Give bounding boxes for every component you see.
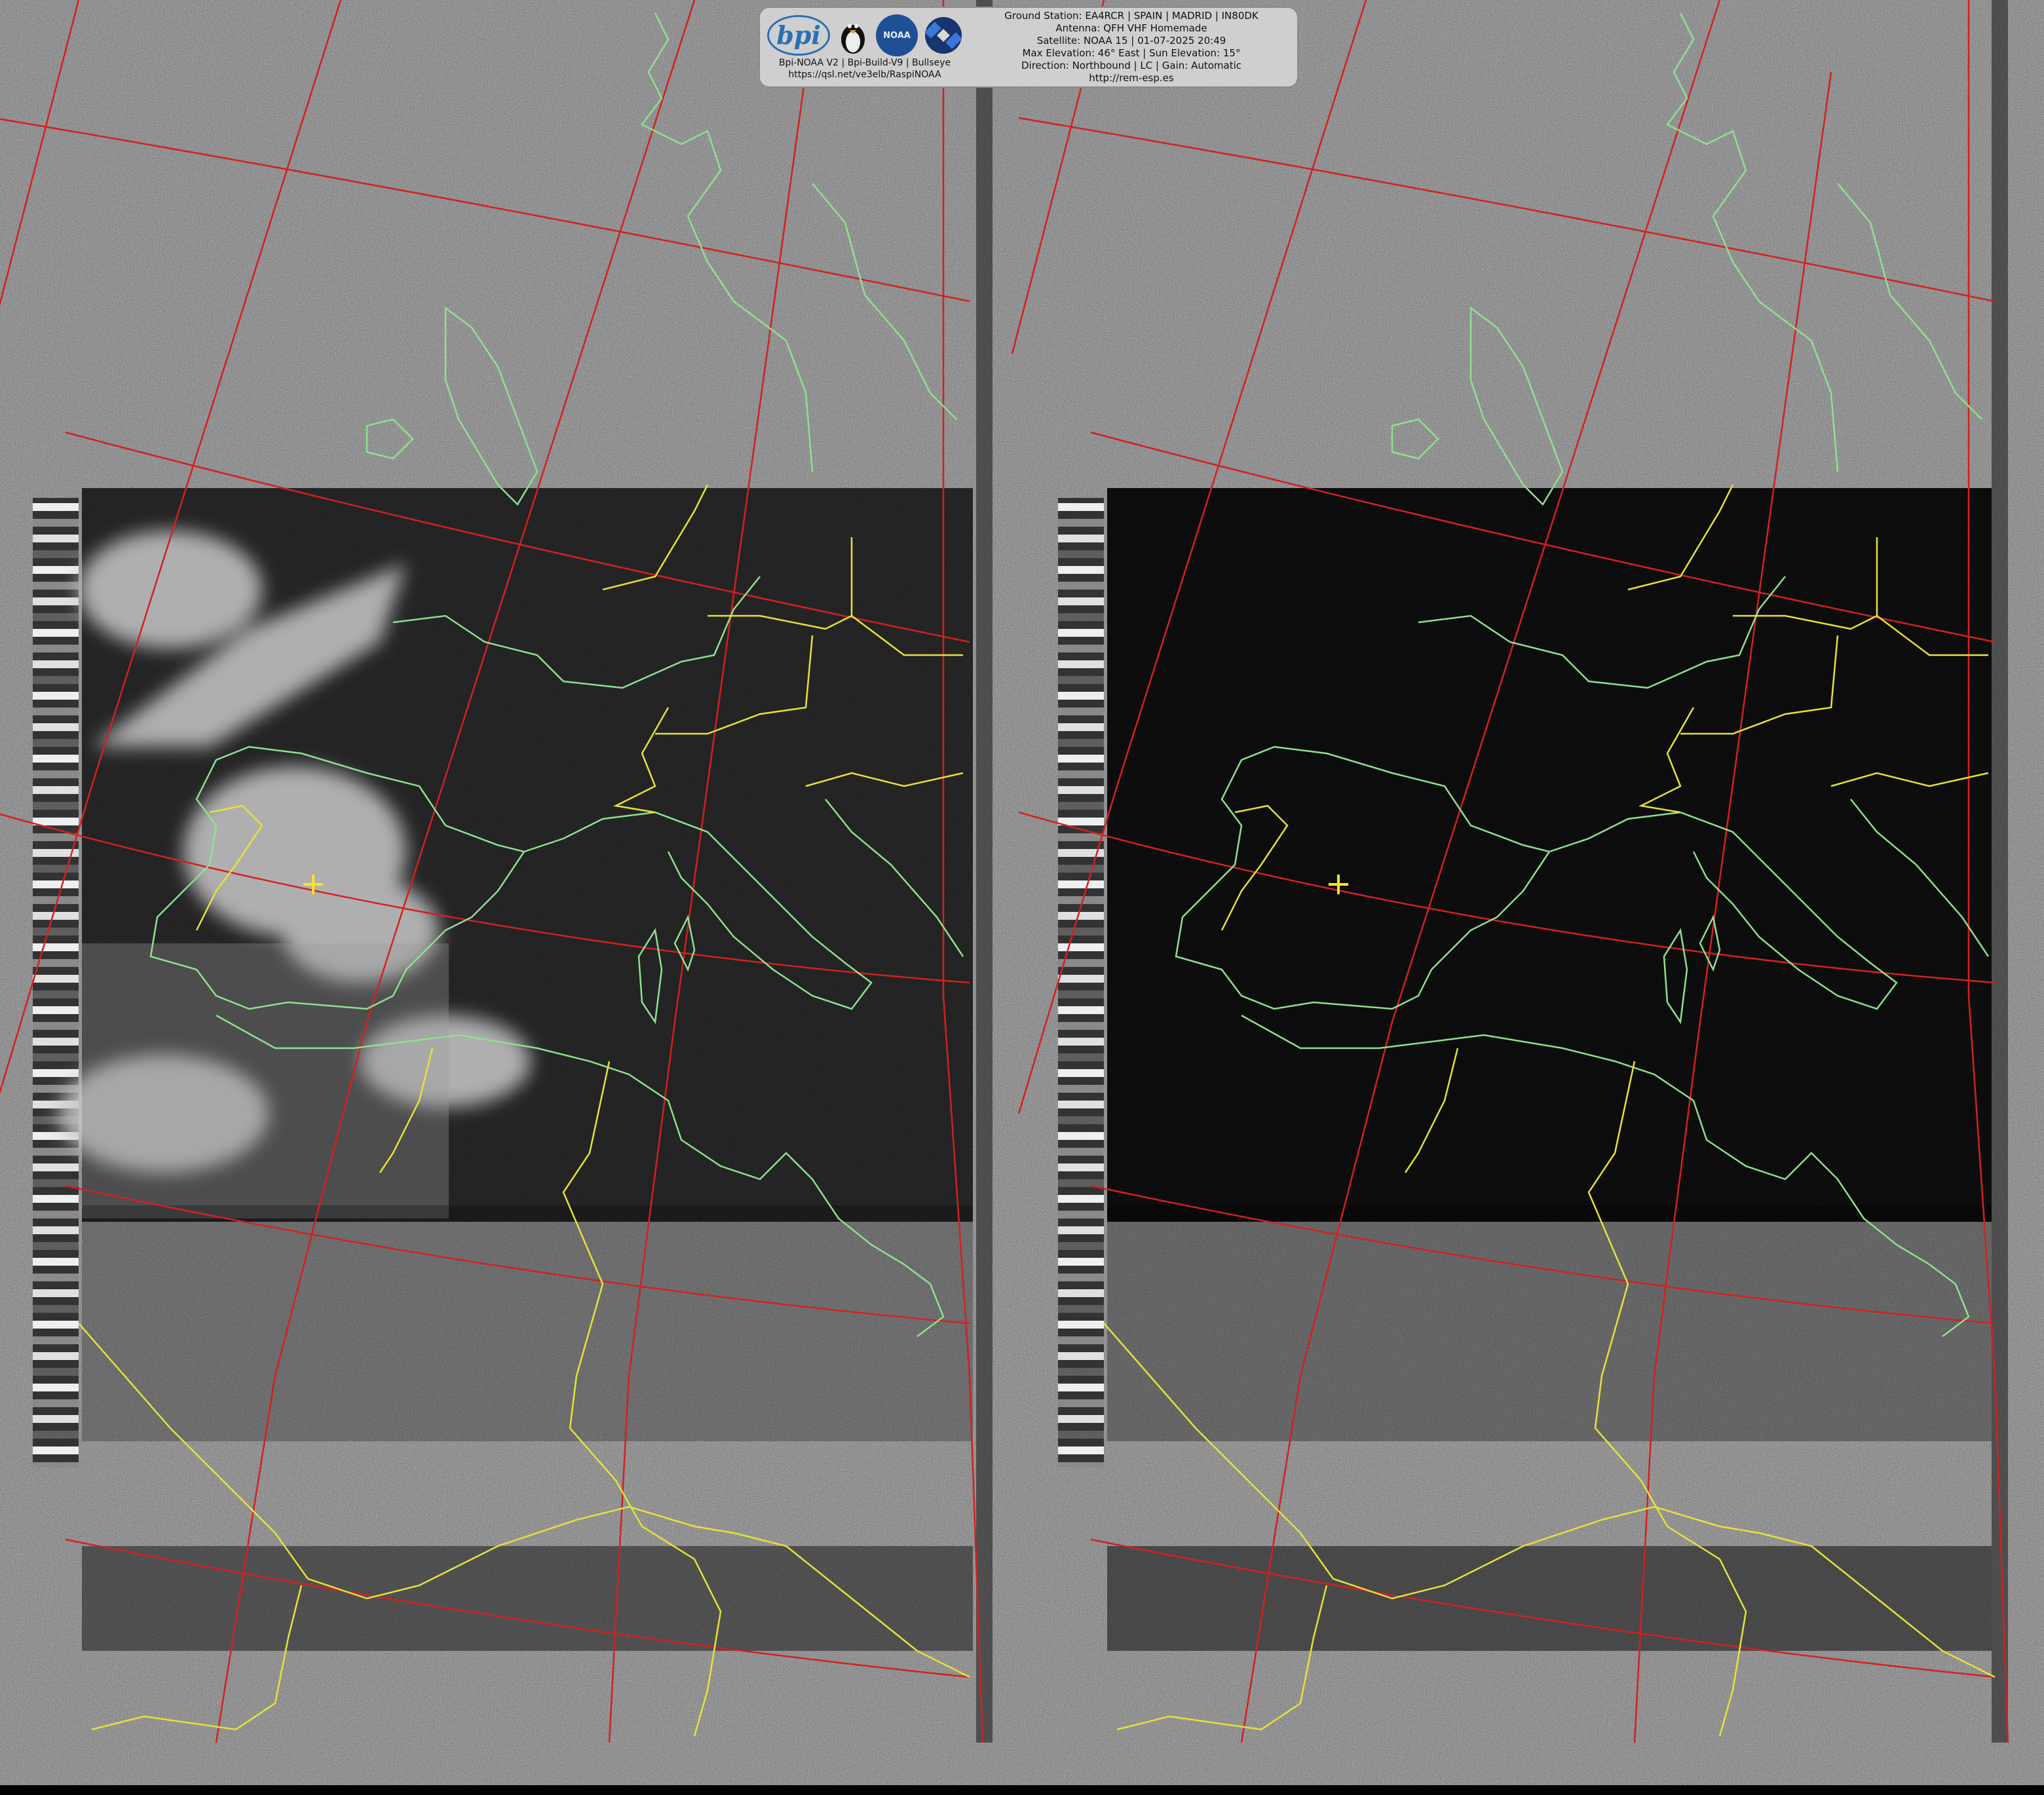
tux-icon [841, 24, 865, 54]
antenna-line: Antenna: QFH VHF Homemade [1055, 22, 1207, 34]
pass-details: Ground Station: EA4RCR | SPAIN | MADRID … [970, 8, 1297, 86]
bpi-logo: bpi [767, 15, 830, 56]
satellite-line: Satellite: NOAA 15 | 01-07-2025 20:49 [1036, 35, 1226, 47]
noaa-logo: NOAA [876, 14, 918, 56]
brand-block: bpi NOAA Bpi-NOAA V2 | Bpi-Build-V9 | Bu… [760, 8, 970, 86]
telemetry-strip-right [1058, 498, 1104, 1467]
satellite-image [0, 0, 2044, 1795]
ground-station-line: Ground Station: EA4RCR | SPAIN | MADRID … [1004, 10, 1259, 22]
website-line: http://rem-esp.es [1089, 72, 1174, 84]
build-info: Bpi-NOAA V2 | Bpi-Build-V9 | Bullseye [778, 58, 951, 68]
elevation-line: Max Elevation: 46° East | Sun Elevation:… [1022, 47, 1241, 59]
project-url: https://qsl.net/ve3elb/RaspiNOAA [788, 69, 941, 80]
telemetry-strip-left [33, 498, 79, 1467]
direction-line: Direction: Northbound | LC | Gain: Autom… [1021, 60, 1242, 71]
satellite-icon [924, 17, 962, 54]
info-banner: bpi NOAA Bpi-NOAA V2 | Bpi-Build-V9 | Bu… [760, 8, 1297, 86]
